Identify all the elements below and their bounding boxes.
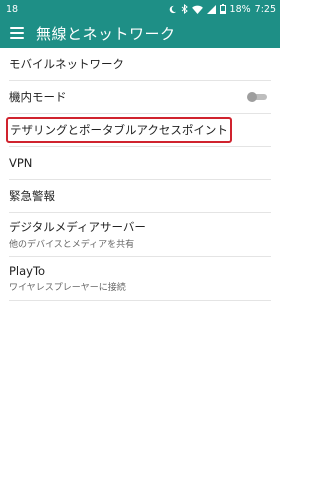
setting-label: VPN xyxy=(9,156,33,170)
setting-label: デジタルメディアサーバー xyxy=(9,220,146,234)
settings-list: モバイルネットワーク 機内モード テザリングとポータブルアクセスポイント VPN… xyxy=(0,48,280,301)
airplane-mode-toggle[interactable] xyxy=(247,92,267,102)
setting-label: PlayTo xyxy=(9,264,46,278)
page-title: 無線とネットワーク xyxy=(36,24,176,43)
signal-icon xyxy=(206,4,216,14)
setting-label: モバイルネットワーク xyxy=(9,57,124,71)
setting-label: テザリングとポータブルアクセスポイント xyxy=(6,117,232,143)
app-bar: 無線とネットワーク xyxy=(0,18,280,48)
battery-icon xyxy=(219,4,226,14)
setting-airplane-mode[interactable]: 機内モード xyxy=(9,81,271,114)
setting-emergency-alerts[interactable]: 緊急警報 xyxy=(9,180,271,213)
setting-digital-media-server[interactable]: デジタルメディアサーバー 他のデバイスとメディアを共有 xyxy=(9,213,271,257)
setting-subtitle: ワイヤレスプレーヤーに接続 xyxy=(9,283,126,293)
moon-icon xyxy=(168,5,177,14)
setting-vpn[interactable]: VPN xyxy=(9,147,271,180)
setting-playto[interactable]: PlayTo ワイヤレスプレーヤーに接続 xyxy=(9,257,271,301)
setting-tethering-hotspot[interactable]: テザリングとポータブルアクセスポイント xyxy=(6,114,271,147)
setting-label: 機内モード xyxy=(9,90,67,104)
setting-mobile-network[interactable]: モバイルネットワーク xyxy=(9,48,271,81)
status-bar: 18 18% 7:25 xyxy=(0,0,280,18)
battery-percent: 18% xyxy=(229,3,251,15)
setting-label: 緊急警報 xyxy=(9,189,55,203)
status-left-text: 18 xyxy=(6,3,19,15)
hamburger-menu-icon[interactable] xyxy=(10,27,24,39)
clock: 7:25 xyxy=(254,3,276,15)
setting-subtitle: 他のデバイスとメディアを共有 xyxy=(9,240,135,250)
wifi-icon xyxy=(191,5,203,14)
bluetooth-icon xyxy=(181,4,188,14)
